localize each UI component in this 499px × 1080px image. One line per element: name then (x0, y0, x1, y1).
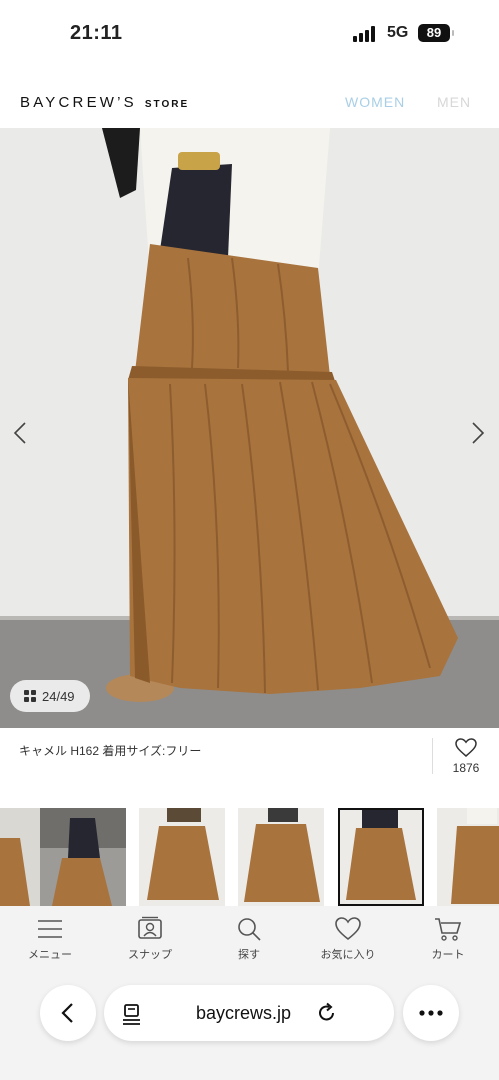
product-caption-row: キャメル H162 着用サイズ:フリー 1876 (0, 728, 499, 788)
heart-icon[interactable] (455, 738, 477, 758)
search-icon (238, 918, 261, 941)
product-main-image[interactable]: 24/49 (0, 128, 499, 728)
thumbnail[interactable] (238, 808, 324, 906)
grid-icon (24, 690, 36, 702)
address-bar[interactable]: baycrews.jp (104, 985, 394, 1041)
menu-icon (38, 920, 62, 938)
store-logo[interactable]: BAYCREW’S STORE (20, 94, 189, 111)
nav-label: メニュー (28, 949, 72, 961)
thumbnail[interactable] (437, 808, 499, 906)
thumbnail-selected[interactable] (338, 808, 424, 906)
nav-snap[interactable]: スナップ (110, 916, 190, 962)
logo-main-text: BAYCREW’S (20, 94, 137, 111)
nav-men-link[interactable]: MEN (437, 94, 471, 110)
chevron-left-icon (61, 1003, 73, 1023)
chevron-right-icon (472, 422, 485, 444)
nav-label: スナップ (128, 949, 172, 961)
chevron-left-icon (13, 422, 26, 444)
status-bar: 21:11 5G 89 (0, 0, 499, 66)
thumbnail-strip (0, 806, 499, 908)
thumbnail[interactable] (139, 808, 225, 906)
divider (432, 738, 433, 774)
next-image-button[interactable] (462, 418, 492, 448)
favorite-count: 1876 (452, 761, 480, 775)
network-type: 5G (387, 24, 409, 41)
snap-icon (138, 916, 162, 939)
product-caption: キャメル H162 着用サイズ:フリー (19, 744, 202, 758)
page-menu-icon[interactable] (122, 1003, 142, 1025)
signal-icon (353, 26, 379, 42)
status-time: 21:11 (70, 22, 123, 44)
nav-label: お気に入り (320, 949, 376, 961)
browser-back-button[interactable] (40, 985, 96, 1041)
logo-sub-text: STORE (144, 99, 190, 110)
browser-more-button[interactable] (403, 985, 459, 1041)
reload-icon[interactable] (316, 1002, 338, 1024)
image-counter-badge[interactable]: 24/49 (10, 680, 90, 712)
url-text: baycrews.jp (196, 1003, 292, 1023)
nav-favorites[interactable]: お気に入り (308, 916, 388, 962)
heart-icon (335, 917, 361, 941)
nav-label: 探す (238, 949, 260, 961)
site-header: BAYCREW’S STORE WOMEN MEN (0, 78, 499, 128)
image-counter-text: 24/49 (42, 688, 75, 704)
cart-icon (435, 918, 462, 941)
thumbnail[interactable] (40, 808, 126, 906)
battery-tip (452, 30, 454, 36)
battery-icon: 89 (418, 24, 450, 42)
nav-menu[interactable]: メニュー (10, 916, 90, 962)
nav-search[interactable]: 探す (209, 916, 289, 962)
prev-image-button[interactable] (6, 418, 36, 448)
nav-cart[interactable]: カート (408, 916, 488, 962)
nav-women-link[interactable]: WOMEN (345, 94, 405, 110)
more-icon (419, 1010, 443, 1016)
nav-label: カート (431, 949, 465, 961)
product-photo-art (0, 128, 499, 728)
